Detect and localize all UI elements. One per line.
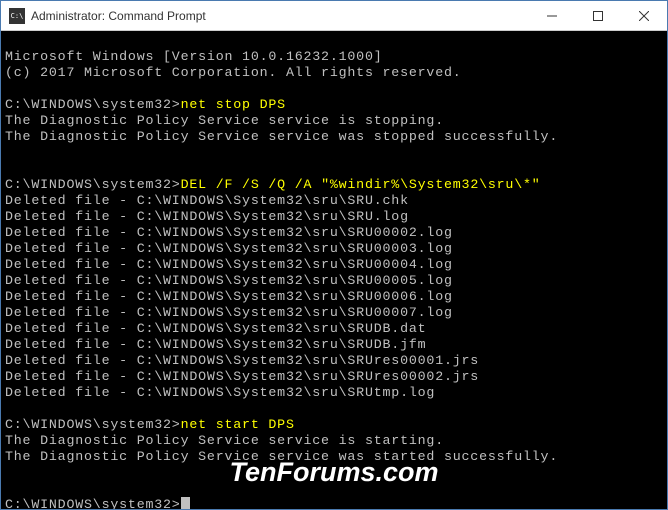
command-text: DEL /F /S /Q /A "%windir%\System32\sru\*… — [181, 177, 541, 192]
close-button[interactable] — [621, 1, 667, 31]
cursor — [181, 497, 190, 509]
output-line: Deleted file - C:\WINDOWS\System32\sru\S… — [5, 209, 409, 224]
titlebar[interactable]: Administrator: Command Prompt — [1, 1, 667, 31]
output-line: Deleted file - C:\WINDOWS\System32\sru\S… — [5, 257, 453, 272]
output-line: Deleted file - C:\WINDOWS\System32\sru\S… — [5, 369, 479, 384]
output-line: The Diagnostic Policy Service service is… — [5, 433, 444, 448]
prompt: C:\WINDOWS\system32> — [5, 497, 181, 509]
output-line: Deleted file - C:\WINDOWS\System32\sru\S… — [5, 321, 426, 336]
command-text: net stop DPS — [181, 97, 286, 112]
command-prompt-window: Administrator: Command Prompt Microsoft … — [0, 0, 668, 510]
output-line: Deleted file - C:\WINDOWS\System32\sru\S… — [5, 273, 453, 288]
prompt: C:\WINDOWS\system32> — [5, 417, 181, 432]
output-line: The Diagnostic Policy Service service wa… — [5, 129, 558, 144]
minimize-button[interactable] — [529, 1, 575, 31]
output-line: Deleted file - C:\WINDOWS\System32\sru\S… — [5, 289, 453, 304]
output-line: The Diagnostic Policy Service service is… — [5, 113, 444, 128]
maximize-button[interactable] — [575, 1, 621, 31]
output-line: Deleted file - C:\WINDOWS\System32\sru\S… — [5, 385, 435, 400]
window-title: Administrator: Command Prompt — [31, 9, 529, 23]
output-line: Deleted file - C:\WINDOWS\System32\sru\S… — [5, 193, 409, 208]
output-line: (c) 2017 Microsoft Corporation. All righ… — [5, 65, 462, 80]
output-line: Deleted file - C:\WINDOWS\System32\sru\S… — [5, 337, 426, 352]
console-output[interactable]: Microsoft Windows [Version 10.0.16232.10… — [1, 31, 667, 509]
output-line: Microsoft Windows [Version 10.0.16232.10… — [5, 49, 383, 64]
prompt: C:\WINDOWS\system32> — [5, 177, 181, 192]
prompt: C:\WINDOWS\system32> — [5, 97, 181, 112]
output-line: Deleted file - C:\WINDOWS\System32\sru\S… — [5, 225, 453, 240]
cmd-icon — [9, 8, 25, 24]
output-line: Deleted file - C:\WINDOWS\System32\sru\S… — [5, 353, 479, 368]
output-line: Deleted file - C:\WINDOWS\System32\sru\S… — [5, 305, 453, 320]
output-line: Deleted file - C:\WINDOWS\System32\sru\S… — [5, 241, 453, 256]
output-line: The Diagnostic Policy Service service wa… — [5, 449, 558, 464]
command-text: net start DPS — [181, 417, 295, 432]
